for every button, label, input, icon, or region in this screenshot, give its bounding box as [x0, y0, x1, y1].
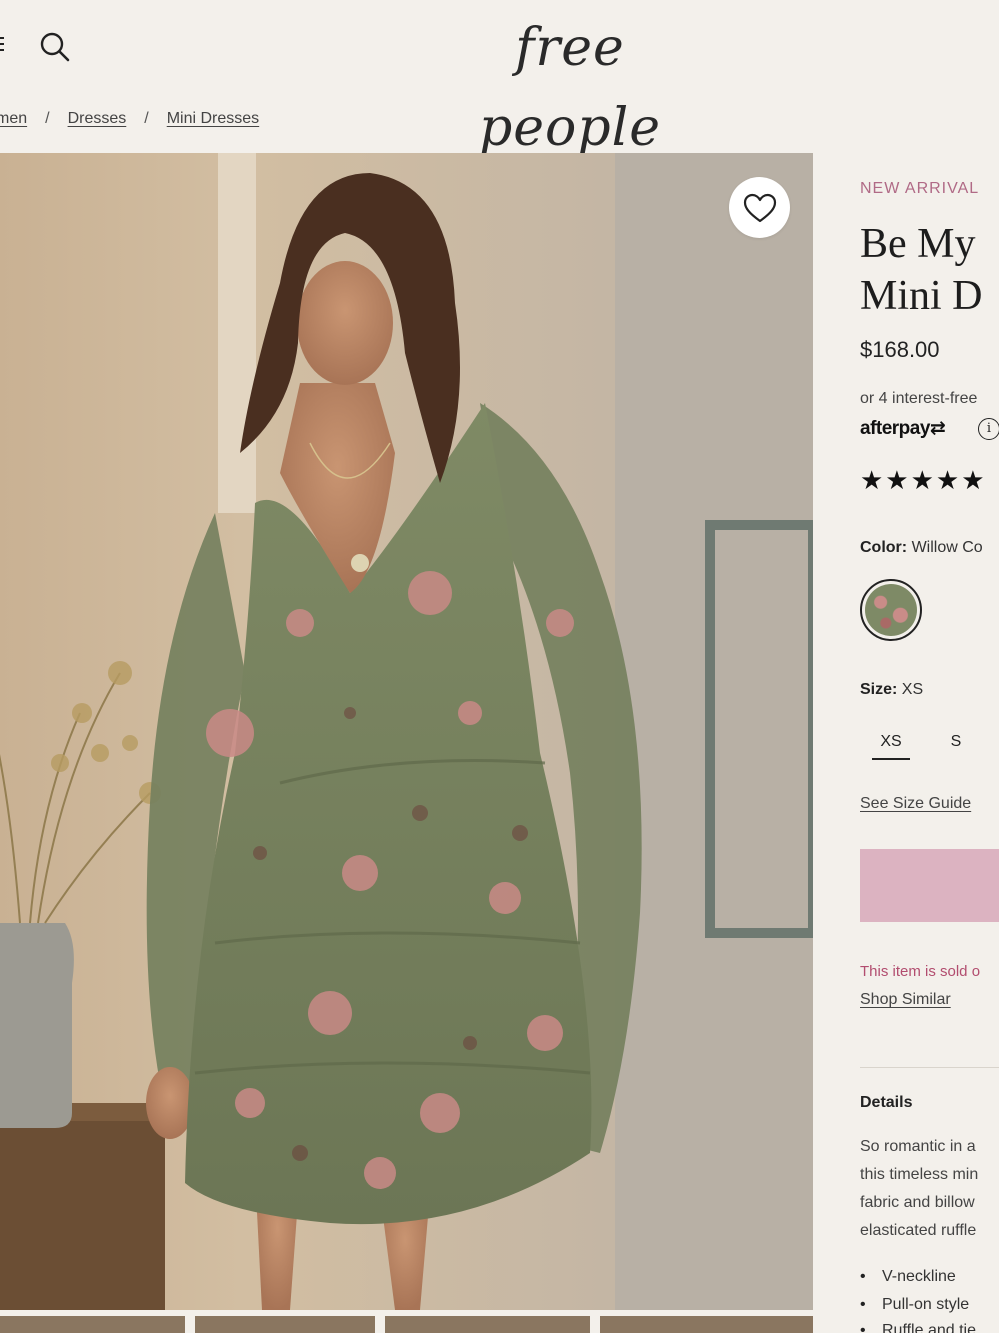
afterpay-arrows-icon: ⇄: [929, 418, 946, 439]
details-heading[interactable]: Details: [860, 1094, 912, 1112]
breadcrumb-mini-dresses[interactable]: Mini Dresses: [167, 110, 259, 127]
thumbnail[interactable]: [385, 1316, 590, 1333]
color-selection: Color: Willow Co: [860, 539, 983, 557]
rating-stars[interactable]: ★★★★★: [860, 465, 987, 496]
breadcrumb-dresses[interactable]: Dresses: [68, 110, 127, 127]
size-selection: Size: XS: [860, 681, 923, 699]
product-photo-illustration: [0, 153, 813, 1310]
info-icon[interactable]: i: [978, 418, 999, 440]
breadcrumb: men / Dresses / Mini Dresses: [0, 110, 259, 132]
size-value: XS: [901, 681, 924, 698]
site-header: free people: [0, 0, 999, 158]
sold-out-message: This item is sold o: [860, 963, 981, 980]
details-bullet: Ruffle and tie: [860, 1322, 976, 1333]
details-text-line: So romantic in a: [860, 1138, 976, 1155]
product-title: Be My Mini D: [860, 218, 999, 322]
swatch-print: [865, 584, 917, 636]
divider: [860, 1067, 999, 1068]
size-guide-link[interactable]: See Size Guide: [860, 795, 971, 813]
search-icon[interactable]: [38, 30, 72, 64]
wishlist-button[interactable]: [729, 177, 790, 238]
details-text-line: this timeless min: [860, 1166, 979, 1183]
menu-icon[interactable]: [0, 34, 6, 54]
installments-text: or 4 interest-free: [860, 390, 978, 407]
product-info-panel: NEW ARRIVAL Be My Mini D $168.00 or 4 in…: [860, 0, 999, 1333]
color-value: Willow Co: [911, 539, 983, 556]
thumbnail[interactable]: [195, 1316, 375, 1333]
breadcrumb-separator: /: [45, 110, 50, 127]
details-text-line: fabric and billow: [860, 1194, 975, 1211]
product-image[interactable]: [0, 153, 813, 1310]
breadcrumb-separator: /: [144, 110, 149, 127]
logo-text: free people: [478, 18, 662, 158]
size-label: Size:: [860, 681, 898, 698]
color-swatch-willow[interactable]: [860, 579, 922, 641]
product-title-line1: Be My: [860, 221, 976, 267]
breadcrumb-women[interactable]: men: [0, 110, 27, 127]
details-bullet: Pull-on style: [860, 1296, 969, 1314]
product-title-line2: Mini D: [860, 273, 983, 319]
color-label: Color:: [860, 539, 908, 556]
product-price: $168.00: [860, 337, 940, 362]
afterpay-text: afterpay: [860, 418, 930, 439]
heart-icon: [743, 193, 776, 222]
afterpay-logo: afterpay⇄: [860, 417, 946, 440]
thumbnail-strip: [0, 1316, 813, 1333]
details-text-line: elasticated ruffle: [860, 1222, 977, 1239]
brand-logo[interactable]: free people: [420, 8, 720, 158]
thumbnail[interactable]: [0, 1316, 185, 1333]
details-bullet: V-neckline: [860, 1268, 956, 1286]
add-to-bag-button[interactable]: [860, 849, 999, 922]
shop-similar-link[interactable]: Shop Similar: [860, 991, 951, 1009]
size-option-xs[interactable]: XS: [872, 733, 910, 760]
thumbnail[interactable]: [600, 1316, 813, 1333]
size-option-s[interactable]: S: [944, 733, 968, 751]
new-arrival-badge: NEW ARRIVAL: [860, 180, 980, 197]
